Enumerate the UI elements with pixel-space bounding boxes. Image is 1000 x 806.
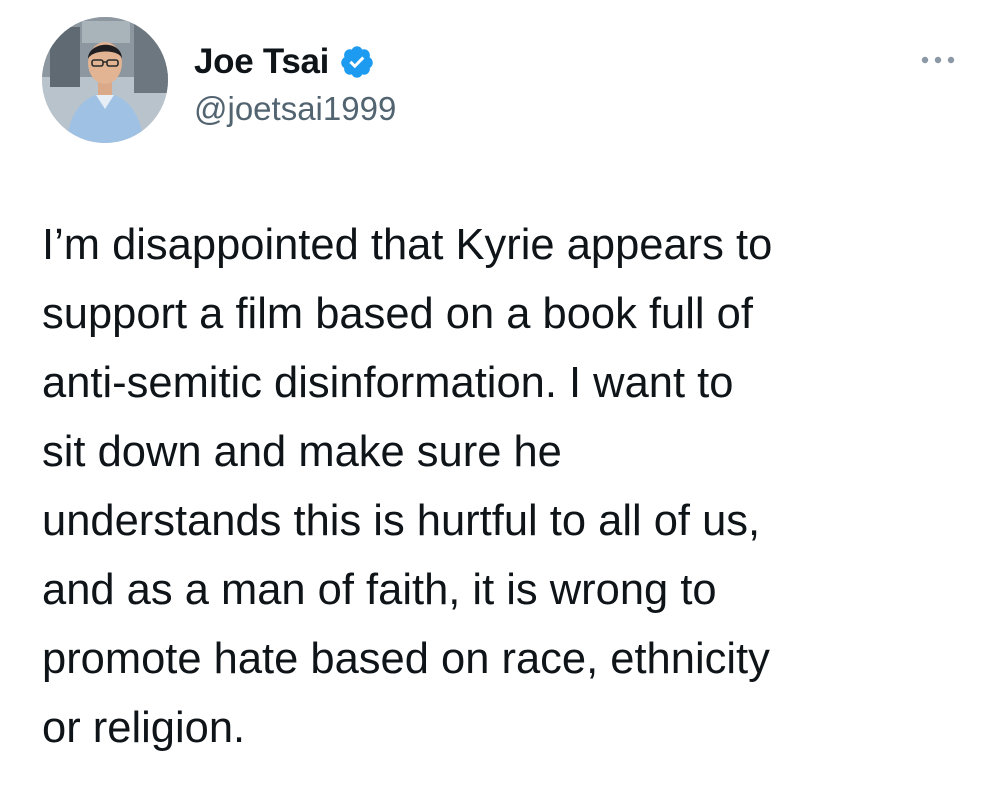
tweet-text-line: support a film based on a book full of [42,290,753,338]
author-name-row: Joe Tsai [194,38,396,86]
tweet-text: I’m disappointed that Kyrie appears to s… [42,211,982,763]
tweet-text-line: promote hate based on race, ethnicity [42,635,770,683]
verified-badge-icon [339,44,375,80]
tweet-text-line: or religion. [42,704,246,752]
author-display-name[interactable]: Joe Tsai [194,42,329,82]
avatar[interactable] [42,17,168,143]
more-options-icon[interactable] [918,52,958,68]
author-handle[interactable]: @joetsai1999 [194,90,396,128]
tweet-text-line: anti-semitic disinformation. I want to [42,359,734,407]
tweet-text-line: understands this is hurtful to all of us… [42,497,761,545]
author-info: Joe Tsai @joetsai1999 [194,38,396,128]
profile-photo-icon [42,17,168,143]
tweet-text-line: I’m disappointed that Kyrie appears to [42,221,773,269]
tweet-text-line: and as a man of faith, it is wrong to [42,566,717,614]
tweet-card: Joe Tsai @joetsai1999 I’m disappointed t… [0,0,1000,806]
tweet-text-line: sit down and make sure he [42,428,562,476]
